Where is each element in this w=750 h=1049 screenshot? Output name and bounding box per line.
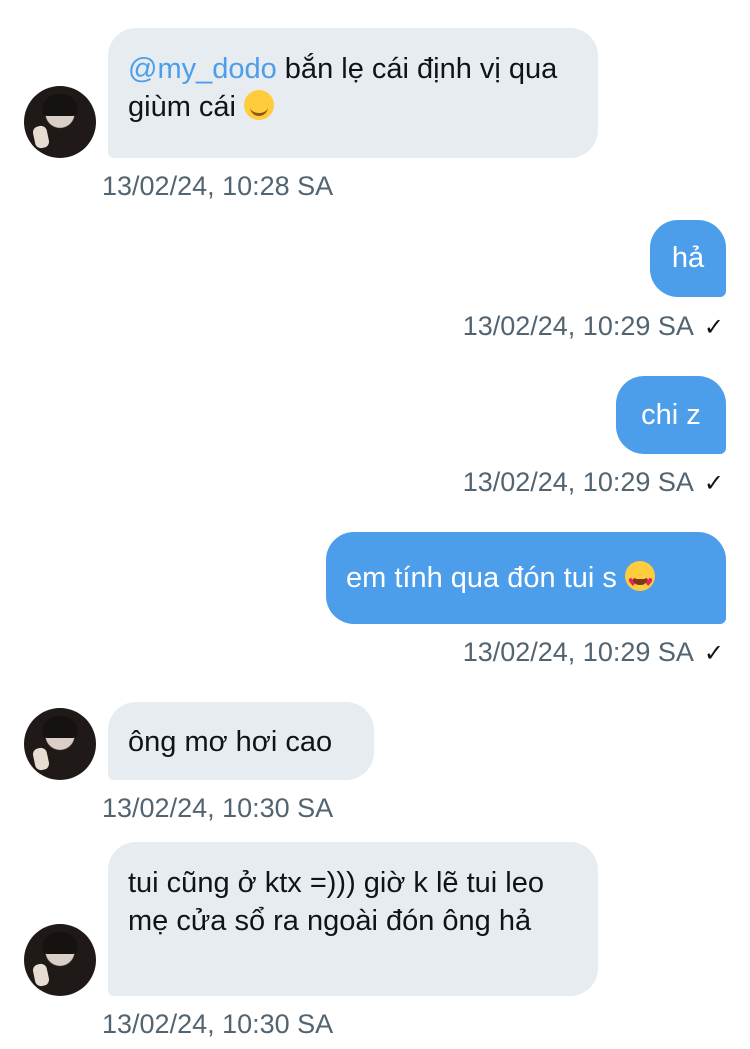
incoming-message-bubble[interactable]: ông mơ hơi cao (108, 702, 374, 780)
message-text: em tính qua đón tui s (346, 562, 617, 594)
contact-avatar[interactable] (24, 86, 96, 158)
message-timestamp: 13/02/24, 10:30 SA (102, 1009, 334, 1039)
incoming-message-bubble[interactable]: @my_dodo bắn lẹ cái định vị qua giùm cái (108, 28, 598, 158)
sent-check-icon: ✓ (703, 469, 724, 497)
hugging-face-emoji-icon (244, 90, 275, 120)
message-timestamp: 13/02/24, 10:29 SA (462, 467, 694, 497)
outgoing-message-bubble[interactable]: chi z (616, 376, 726, 454)
message-timestamp-row: 13/02/24, 10:29 SA ✓ (463, 310, 724, 343)
message-timestamp: 13/02/24, 10:29 SA (462, 637, 694, 667)
contact-avatar[interactable] (24, 708, 96, 780)
sent-check-icon: ✓ (703, 639, 724, 667)
message-text: tui cũng ở ktx =))) giờ k lẽ tui leo mẹ … (128, 867, 544, 937)
message-text: ông mơ hơi cao (128, 726, 333, 758)
message-timestamp: 13/02/24, 10:28 SA (102, 171, 334, 201)
heart-eyes-emoji-icon (624, 561, 655, 602)
message-text: chi z (641, 399, 701, 431)
contact-avatar[interactable] (24, 924, 96, 996)
outgoing-message-bubble[interactable]: em tính qua đón tui s (326, 532, 726, 624)
sent-check-icon: ✓ (703, 313, 724, 341)
message-text: hả (671, 242, 705, 274)
message-timestamp-row: 13/02/24, 10:29 SA ✓ (463, 636, 724, 669)
message-timestamp-row: 13/02/24, 10:29 SA ✓ (463, 466, 724, 499)
message-timestamp: 13/02/24, 10:30 SA (102, 793, 334, 823)
user-mention-link[interactable]: @my_dodo (128, 53, 277, 85)
incoming-message-bubble[interactable]: tui cũng ở ktx =))) giờ k lẽ tui leo mẹ … (108, 842, 598, 996)
outgoing-message-bubble[interactable]: hả (650, 220, 726, 297)
message-timestamp: 13/02/24, 10:29 SA (462, 311, 694, 341)
